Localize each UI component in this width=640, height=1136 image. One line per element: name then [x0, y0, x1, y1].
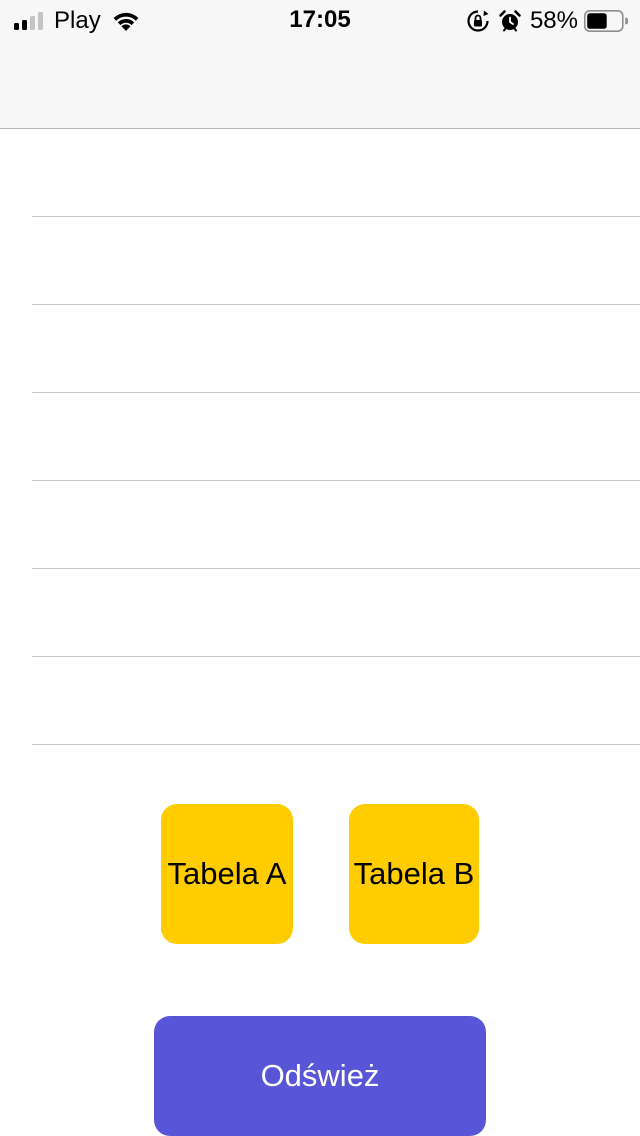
list-item[interactable] — [32, 481, 640, 569]
list-item[interactable] — [32, 393, 640, 481]
navigation-bar: Play 17:05 58% — [0, 0, 640, 129]
table-list — [0, 129, 640, 745]
status-right: 58% — [466, 7, 628, 34]
refresh-button[interactable]: Odśwież — [154, 1016, 486, 1136]
table-a-button[interactable]: Tabela A — [161, 804, 293, 944]
battery-icon — [584, 10, 628, 32]
list-item[interactable] — [32, 657, 640, 745]
alarm-icon — [499, 10, 521, 32]
battery-percentage: 58% — [529, 7, 578, 34]
orientation-lock-icon — [467, 10, 489, 32]
list-item[interactable] — [32, 129, 640, 217]
app-screen: Play 17:05 58% Tabela A Tabela B Odśwież — [0, 0, 640, 1136]
list-item[interactable] — [32, 305, 640, 393]
status-bar: Play 17:05 58% — [0, 0, 640, 40]
list-item[interactable] — [32, 569, 640, 657]
list-item[interactable] — [32, 217, 640, 305]
table-b-button[interactable]: Tabela B — [349, 804, 479, 944]
